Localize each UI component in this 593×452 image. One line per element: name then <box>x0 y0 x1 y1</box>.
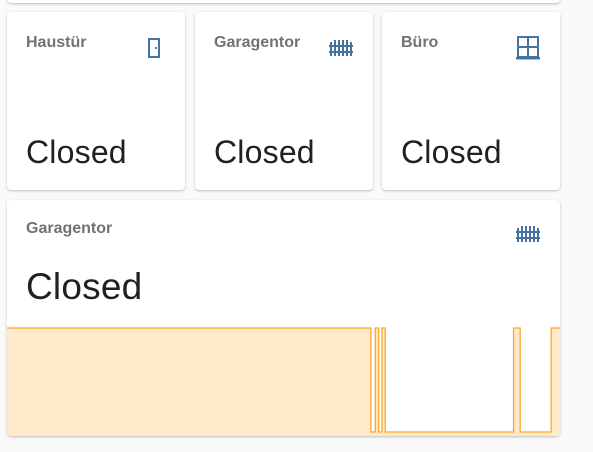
window-closed-icon <box>516 36 540 60</box>
gate-icon <box>516 226 540 242</box>
entity-state: Closed <box>401 134 502 170</box>
gate-icon <box>329 40 353 56</box>
entity-name: Garagentor <box>214 34 301 51</box>
entity-card-buero[interactable]: Büro Closed <box>382 12 560 190</box>
state-history-graph <box>7 327 560 436</box>
history-card-garagentor[interactable]: Garagentor Closed <box>7 200 560 436</box>
entity-state: Closed <box>26 134 127 170</box>
history-area <box>7 328 560 436</box>
previous-card-edge <box>7 0 560 3</box>
entity-name: Büro <box>401 34 439 51</box>
entity-name: Haustür <box>26 34 87 51</box>
door-closed-icon <box>148 38 160 58</box>
entity-name: Garagentor <box>26 220 113 237</box>
entity-state: Closed <box>26 266 143 307</box>
entity-state: Closed <box>214 134 315 170</box>
entity-card-garagentor[interactable]: Garagentor Closed <box>195 12 373 190</box>
entity-card-haustuer[interactable]: Haustür Closed <box>7 12 185 190</box>
